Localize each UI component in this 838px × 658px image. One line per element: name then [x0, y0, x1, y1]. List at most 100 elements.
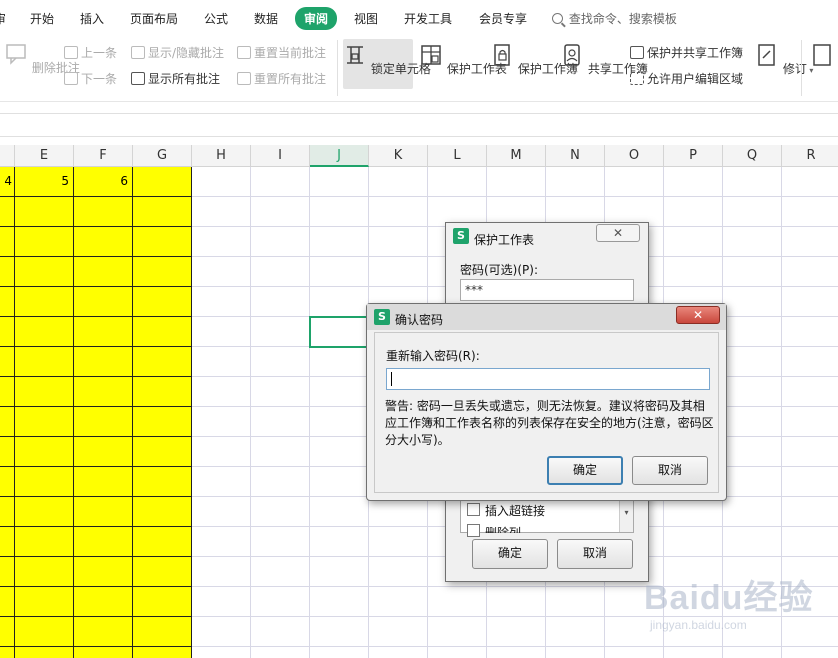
reset-all-comments-button[interactable]: 重置所有批注	[237, 70, 326, 87]
cell[interactable]	[723, 527, 782, 557]
cell[interactable]	[0, 347, 15, 377]
column-header-l[interactable]: L	[428, 145, 487, 167]
cell[interactable]	[192, 407, 251, 437]
cell[interactable]	[15, 587, 74, 617]
cell[interactable]	[15, 437, 74, 467]
cell[interactable]	[369, 497, 428, 527]
cell[interactable]	[723, 437, 782, 467]
cell[interactable]	[15, 227, 74, 257]
menu-item-developer[interactable]: 开发工具	[404, 10, 452, 27]
cell[interactable]	[428, 587, 487, 617]
cell[interactable]	[782, 467, 838, 497]
cell[interactable]	[133, 437, 192, 467]
cell[interactable]	[74, 407, 133, 437]
reenter-password-input[interactable]	[386, 368, 710, 390]
cell[interactable]	[782, 647, 838, 658]
cell[interactable]	[251, 167, 310, 197]
column-header-p[interactable]: P	[664, 145, 723, 167]
cell[interactable]	[74, 377, 133, 407]
cell[interactable]	[192, 437, 251, 467]
cell[interactable]	[782, 287, 838, 317]
column-header-g[interactable]: G	[133, 145, 192, 167]
cell[interactable]	[782, 377, 838, 407]
cell[interactable]	[192, 317, 251, 347]
cell[interactable]	[0, 587, 15, 617]
cell[interactable]	[251, 197, 310, 227]
cell[interactable]	[192, 287, 251, 317]
cell[interactable]	[664, 167, 723, 197]
cell[interactable]	[723, 287, 782, 317]
show-hide-comment-button[interactable]: 显示/隐藏批注	[131, 44, 224, 61]
cell[interactable]	[133, 227, 192, 257]
cell[interactable]	[0, 497, 15, 527]
cell[interactable]	[369, 527, 428, 557]
show-all-comments-button[interactable]: 显示所有批注	[131, 70, 220, 87]
cell[interactable]	[310, 257, 369, 287]
cell[interactable]	[15, 197, 74, 227]
cell[interactable]	[428, 167, 487, 197]
cell[interactable]	[723, 467, 782, 497]
cell[interactable]	[310, 287, 369, 317]
allow-edit-ranges-button[interactable]: 允许用户编辑区域	[630, 70, 743, 87]
cell[interactable]	[0, 617, 15, 647]
cell[interactable]	[487, 617, 546, 647]
cell[interactable]	[74, 557, 133, 587]
cell[interactable]	[74, 227, 133, 257]
cell[interactable]	[782, 167, 838, 197]
cell[interactable]	[605, 167, 664, 197]
cell[interactable]	[251, 467, 310, 497]
document-button[interactable]: 文档	[808, 43, 838, 77]
cell[interactable]	[15, 287, 74, 317]
cell[interactable]	[251, 227, 310, 257]
column-header-partial[interactable]	[0, 145, 15, 167]
menu-item-truncated[interactable]: 审	[0, 10, 6, 27]
cell[interactable]	[310, 437, 369, 467]
cell[interactable]	[74, 347, 133, 377]
cell[interactable]	[15, 557, 74, 587]
cell[interactable]	[15, 617, 74, 647]
column-header-m[interactable]: M	[487, 145, 546, 167]
cell[interactable]	[310, 587, 369, 617]
delete-comment-button[interactable]: 删除批注	[4, 42, 80, 76]
cell[interactable]	[74, 647, 133, 658]
cell[interactable]	[133, 527, 192, 557]
cell[interactable]	[310, 407, 369, 437]
cell[interactable]	[0, 437, 15, 467]
cell[interactable]	[782, 317, 838, 347]
cell[interactable]	[782, 227, 838, 257]
menu-item-home[interactable]: 开始	[30, 10, 54, 27]
cell[interactable]	[251, 317, 310, 347]
prev-comment-button[interactable]: 上一条	[64, 44, 117, 61]
cell[interactable]	[133, 587, 192, 617]
protect-ok-button[interactable]: 确定	[472, 539, 548, 569]
cell[interactable]	[74, 587, 133, 617]
cell[interactable]	[310, 377, 369, 407]
cell[interactable]	[251, 347, 310, 377]
cell[interactable]	[782, 437, 838, 467]
cell[interactable]	[251, 527, 310, 557]
cell[interactable]	[15, 377, 74, 407]
cell[interactable]	[487, 647, 546, 658]
cell[interactable]	[723, 377, 782, 407]
cell[interactable]	[369, 197, 428, 227]
cell[interactable]	[310, 197, 369, 227]
cell[interactable]	[74, 497, 133, 527]
cell[interactable]	[369, 587, 428, 617]
cell[interactable]	[74, 617, 133, 647]
cell[interactable]	[15, 527, 74, 557]
cell[interactable]	[664, 257, 723, 287]
protect-password-input[interactable]: ***	[460, 279, 634, 301]
cell[interactable]	[133, 617, 192, 647]
cell[interactable]	[251, 617, 310, 647]
menu-item-review[interactable]: 审阅	[295, 7, 338, 30]
cell[interactable]	[369, 557, 428, 587]
cell[interactable]	[723, 257, 782, 287]
cell[interactable]	[310, 467, 369, 497]
cell[interactable]	[133, 257, 192, 287]
cell[interactable]	[369, 257, 428, 287]
cell[interactable]	[310, 527, 369, 557]
cell[interactable]	[605, 647, 664, 658]
cell[interactable]	[723, 647, 782, 658]
cell[interactable]	[310, 647, 369, 658]
cell[interactable]	[133, 347, 192, 377]
